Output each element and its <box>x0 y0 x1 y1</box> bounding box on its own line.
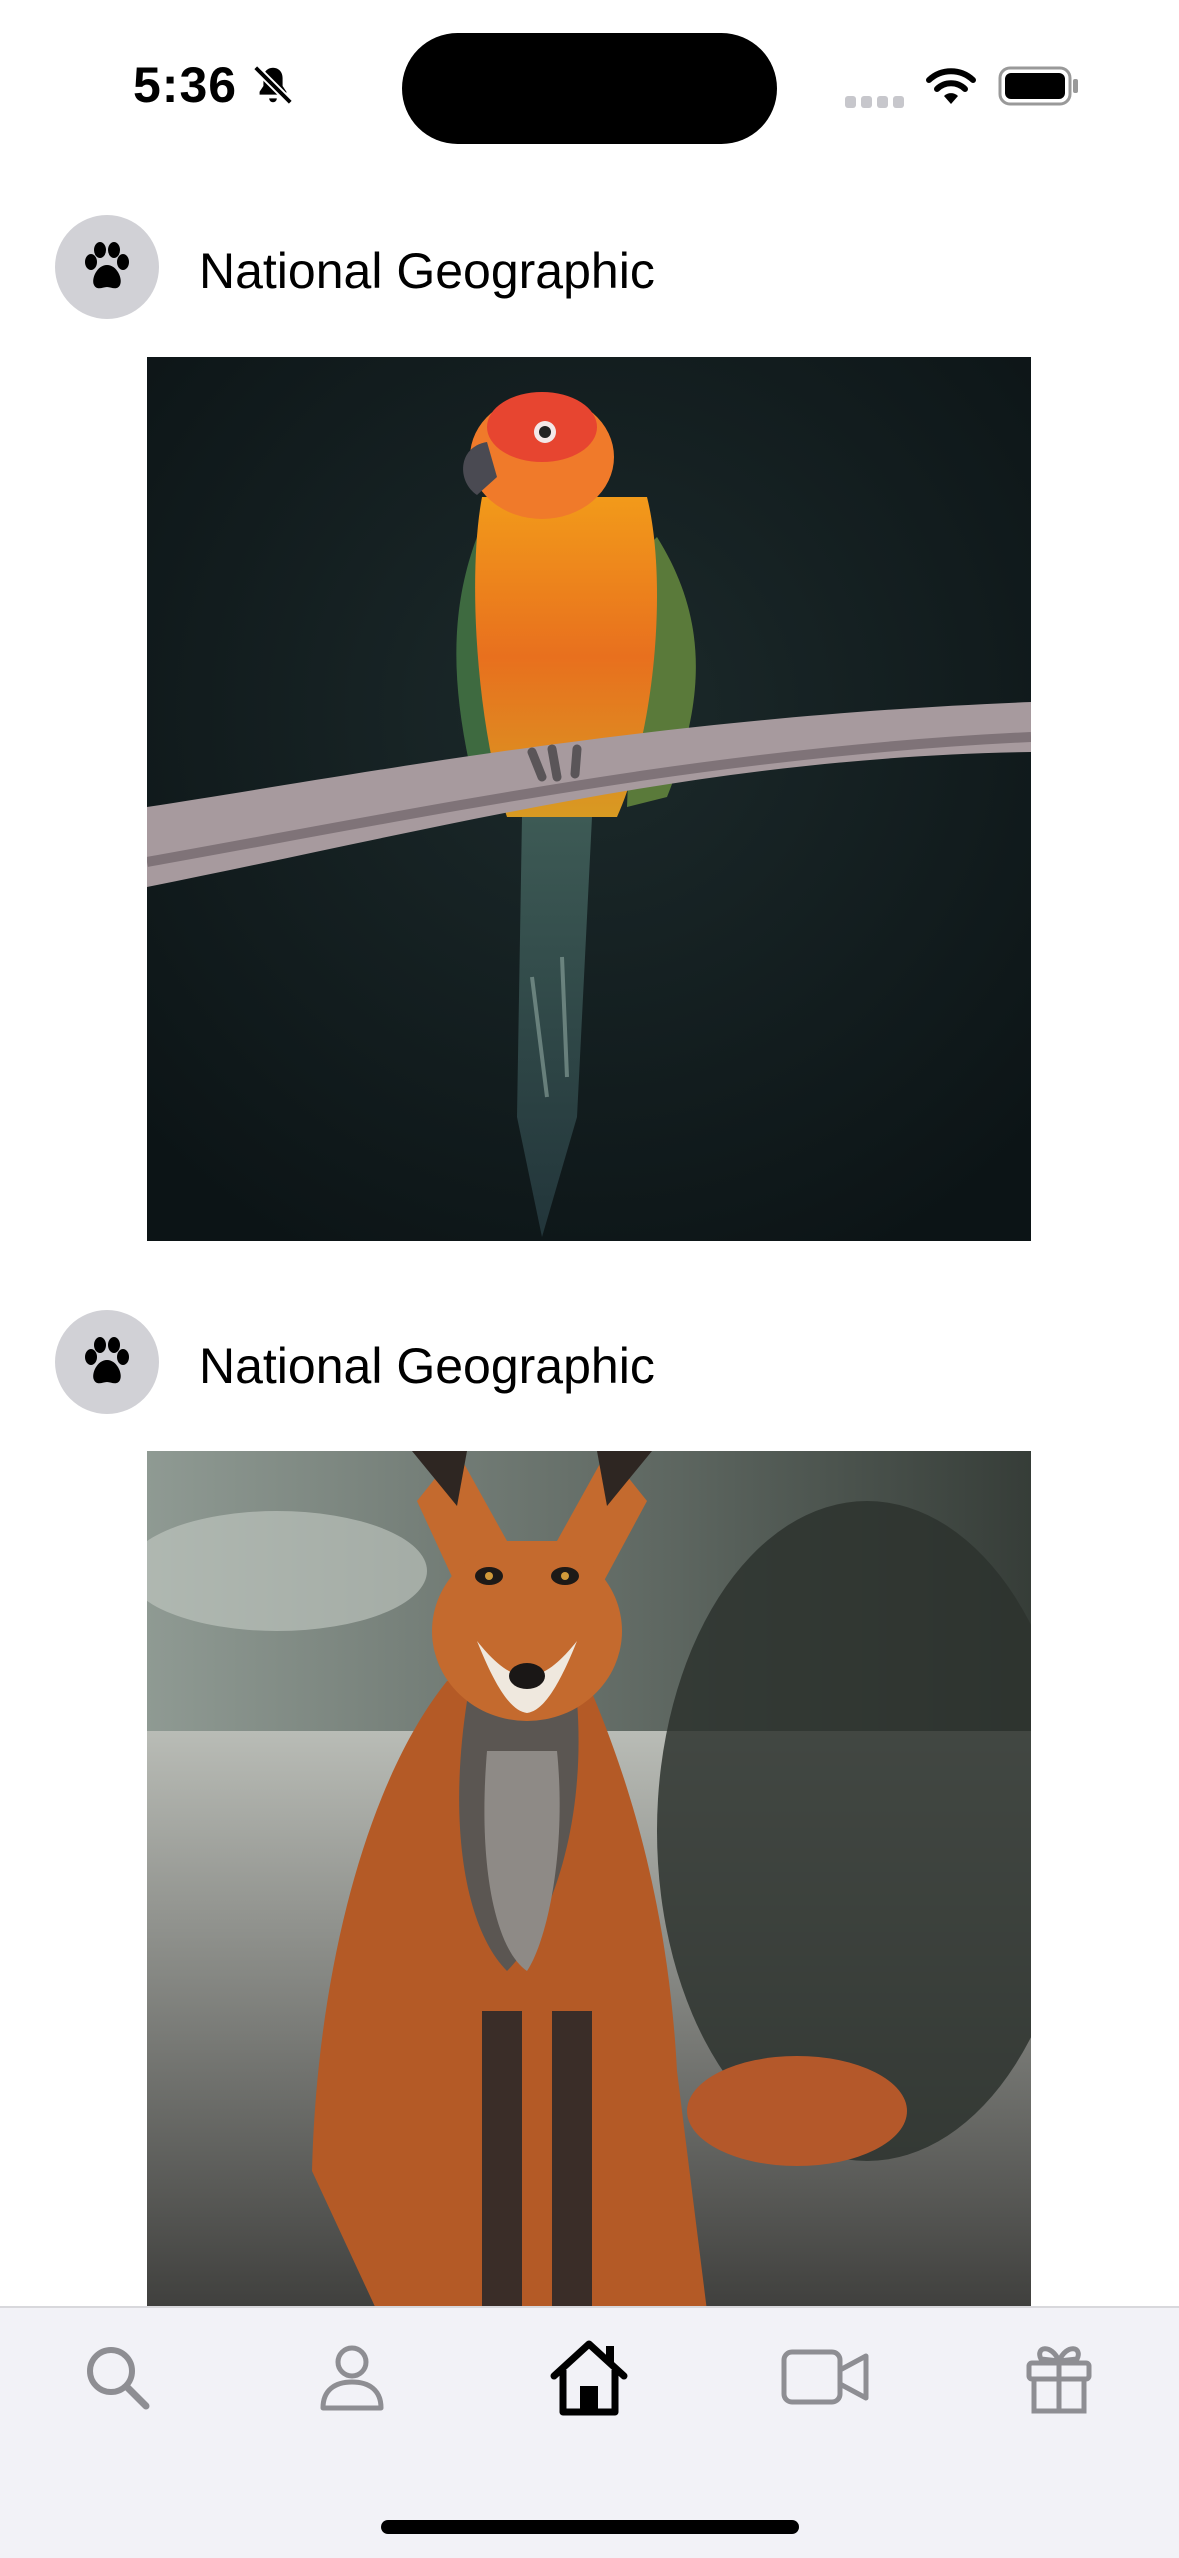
cellular-signal-icon <box>845 96 905 108</box>
status-time: 5:36 <box>133 57 238 113</box>
tab-profile[interactable] <box>307 2332 397 2422</box>
paw-icon <box>85 1337 129 1384</box>
post-author[interactable]: National Geographic <box>199 1338 655 1394</box>
avatar[interactable] <box>55 215 159 319</box>
bell-slash-icon <box>253 65 293 105</box>
video-icon <box>781 2349 869 2405</box>
tab-video[interactable] <box>780 2332 870 2422</box>
post-image-fox[interactable] <box>147 1451 1031 2306</box>
search-icon <box>87 2347 150 2410</box>
tab-bar <box>0 2306 1179 2558</box>
battery-icon <box>998 66 1078 106</box>
avatar[interactable] <box>55 1310 159 1414</box>
post-image-parrot[interactable] <box>147 357 1031 1241</box>
paw-icon <box>85 242 129 289</box>
dynamic-island <box>402 33 777 144</box>
status-bar: 5:36 <box>0 0 1179 150</box>
home-indicator[interactable] <box>381 2520 799 2534</box>
post-header: National Geographic <box>0 215 1179 325</box>
post-author[interactable]: National Geographic <box>199 243 655 299</box>
tab-home[interactable] <box>544 2332 634 2422</box>
wifi-icon <box>926 68 976 104</box>
gift-icon <box>1026 2346 1092 2414</box>
tab-search[interactable] <box>72 2332 162 2422</box>
tab-gift[interactable] <box>1014 2332 1104 2422</box>
person-icon <box>320 2345 384 2411</box>
post-header: National Geographic <box>0 1310 1179 1420</box>
home-icon <box>550 2340 628 2416</box>
